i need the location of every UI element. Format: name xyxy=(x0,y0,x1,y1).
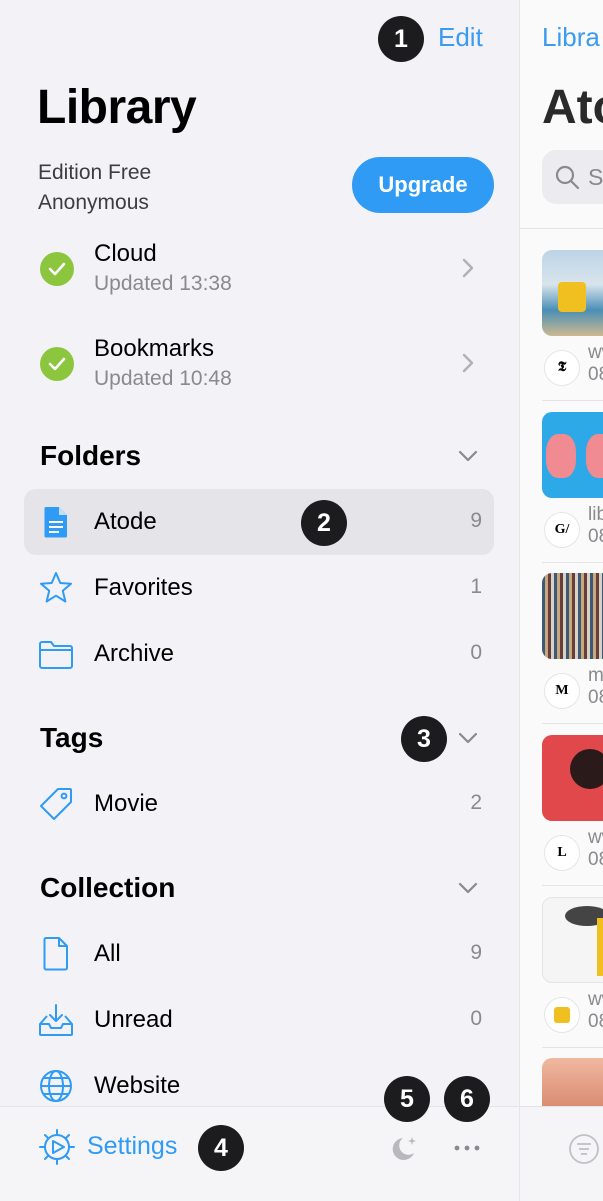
article-thumbnail xyxy=(542,573,603,659)
article-thumbnail xyxy=(542,250,603,336)
edition-label: Edition Free xyxy=(38,161,152,184)
chevron-right-icon xyxy=(462,353,474,373)
account-label: Anonymous xyxy=(38,191,149,214)
list-toolbar xyxy=(520,1106,603,1201)
article-card[interactable]: L ww08 xyxy=(542,735,603,895)
filter-icon[interactable] xyxy=(568,1133,600,1165)
annotation-badge-5: 5 xyxy=(384,1076,430,1122)
article-source: m08 xyxy=(588,665,603,708)
settings-button[interactable]: Settings xyxy=(87,1132,177,1161)
folder-icon xyxy=(39,641,73,669)
globe-icon xyxy=(40,1070,72,1102)
article-thumbnail xyxy=(542,897,603,983)
document-icon xyxy=(44,507,67,538)
check-icon xyxy=(40,252,74,286)
source-favicon: M xyxy=(544,673,580,709)
article-card[interactable]: 𝕿 ww08 xyxy=(542,250,603,410)
sidebar: Edit Library Edition Free Anonymous Upgr… xyxy=(0,0,519,1201)
article-thumbnail xyxy=(542,735,603,821)
list-title: Atode xyxy=(542,81,603,134)
folder-label: Atode xyxy=(94,508,157,535)
article-source: ww08 xyxy=(588,827,603,870)
folder-item-favorites[interactable]: Favorites 1 xyxy=(24,555,494,621)
article-source: ww08 xyxy=(588,989,603,1032)
dark-mode-icon[interactable] xyxy=(390,1134,420,1164)
collection-item-all[interactable]: All 9 xyxy=(24,921,494,987)
annotation-badge-3: 3 xyxy=(401,716,447,762)
article-thumbnail xyxy=(542,412,603,498)
sync-row-bookmarks[interactable]: Bookmarks Updated 10:48 xyxy=(0,327,519,407)
sync-title: Cloud xyxy=(94,240,157,267)
annotation-badge-6: 6 xyxy=(444,1076,490,1122)
collection-label: Website xyxy=(94,1072,181,1099)
source-favicon xyxy=(544,997,580,1033)
folder-item-atode[interactable]: Atode 9 xyxy=(24,489,494,555)
more-icon[interactable] xyxy=(452,1138,482,1158)
folder-item-archive[interactable]: Archive 0 xyxy=(24,621,494,687)
article-source: lib08 xyxy=(588,504,603,547)
tag-item-movie[interactable]: Movie 2 xyxy=(24,771,494,837)
sync-title: Bookmarks xyxy=(94,335,215,362)
annotation-badge-1: 1 xyxy=(378,16,424,62)
tags-heading[interactable]: Tags xyxy=(40,722,103,754)
sync-row-cloud[interactable]: Cloud Updated 13:38 xyxy=(0,232,519,312)
collection-count: 9 xyxy=(470,941,482,964)
article-card[interactable]: M m08 xyxy=(542,573,603,733)
divider xyxy=(542,885,603,886)
folder-label: Favorites xyxy=(94,574,193,601)
article-card[interactable]: G/ lib08 xyxy=(542,412,603,572)
search-field[interactable]: S xyxy=(542,150,603,204)
collection-count: 0 xyxy=(470,1007,482,1030)
divider xyxy=(542,562,603,563)
sync-subtitle: Updated 10:48 xyxy=(94,367,232,390)
chevron-down-icon[interactable] xyxy=(458,732,478,744)
collection-label: Unread xyxy=(94,1006,173,1033)
page-icon xyxy=(43,937,68,971)
collection-item-unread[interactable]: Unread 0 xyxy=(24,987,494,1053)
back-library-button[interactable]: Libra xyxy=(542,22,600,53)
annotation-badge-4: 4 xyxy=(198,1125,244,1171)
tag-icon xyxy=(40,788,72,820)
folder-label: Archive xyxy=(94,640,175,667)
chevron-right-icon xyxy=(462,258,474,278)
source-favicon: L xyxy=(544,835,580,871)
upgrade-button[interactable]: Upgrade xyxy=(352,157,494,213)
collection-heading[interactable]: Collection xyxy=(40,872,175,904)
page-title: Library xyxy=(37,81,197,134)
divider xyxy=(542,1047,603,1048)
folder-count: 1 xyxy=(470,575,482,598)
tag-label: Movie xyxy=(94,790,159,817)
article-list-panel: Libra Atode S 𝕿 ww08 G/ lib08 M m08 L ww… xyxy=(519,0,603,1201)
settings-gear-icon[interactable] xyxy=(38,1128,76,1166)
chevron-down-icon[interactable] xyxy=(458,882,478,894)
folders-heading[interactable]: Folders xyxy=(40,440,141,472)
divider xyxy=(542,400,603,401)
article-card[interactable]: ww08 xyxy=(542,897,603,1057)
collection-label: All xyxy=(94,940,121,967)
check-icon xyxy=(40,347,74,381)
edit-button[interactable]: Edit xyxy=(438,22,483,53)
folder-count: 0 xyxy=(470,641,482,664)
folder-count: 9 xyxy=(470,509,482,532)
tag-count: 2 xyxy=(470,791,482,814)
divider xyxy=(520,228,603,229)
article-source: ww08 xyxy=(588,342,603,385)
search-placeholder: S xyxy=(588,164,603,190)
star-icon xyxy=(40,572,72,603)
source-favicon: 𝕿 xyxy=(544,350,580,386)
edition-info: Edition Free Anonymous xyxy=(38,158,151,218)
bottom-toolbar xyxy=(0,1106,519,1201)
sync-subtitle: Updated 13:38 xyxy=(94,272,232,295)
inbox-icon xyxy=(39,1004,73,1036)
annotation-badge-2: 2 xyxy=(301,500,347,546)
chevron-down-icon[interactable] xyxy=(458,450,478,462)
source-favicon: G/ xyxy=(544,512,580,548)
divider xyxy=(542,723,603,724)
search-icon xyxy=(555,165,580,190)
